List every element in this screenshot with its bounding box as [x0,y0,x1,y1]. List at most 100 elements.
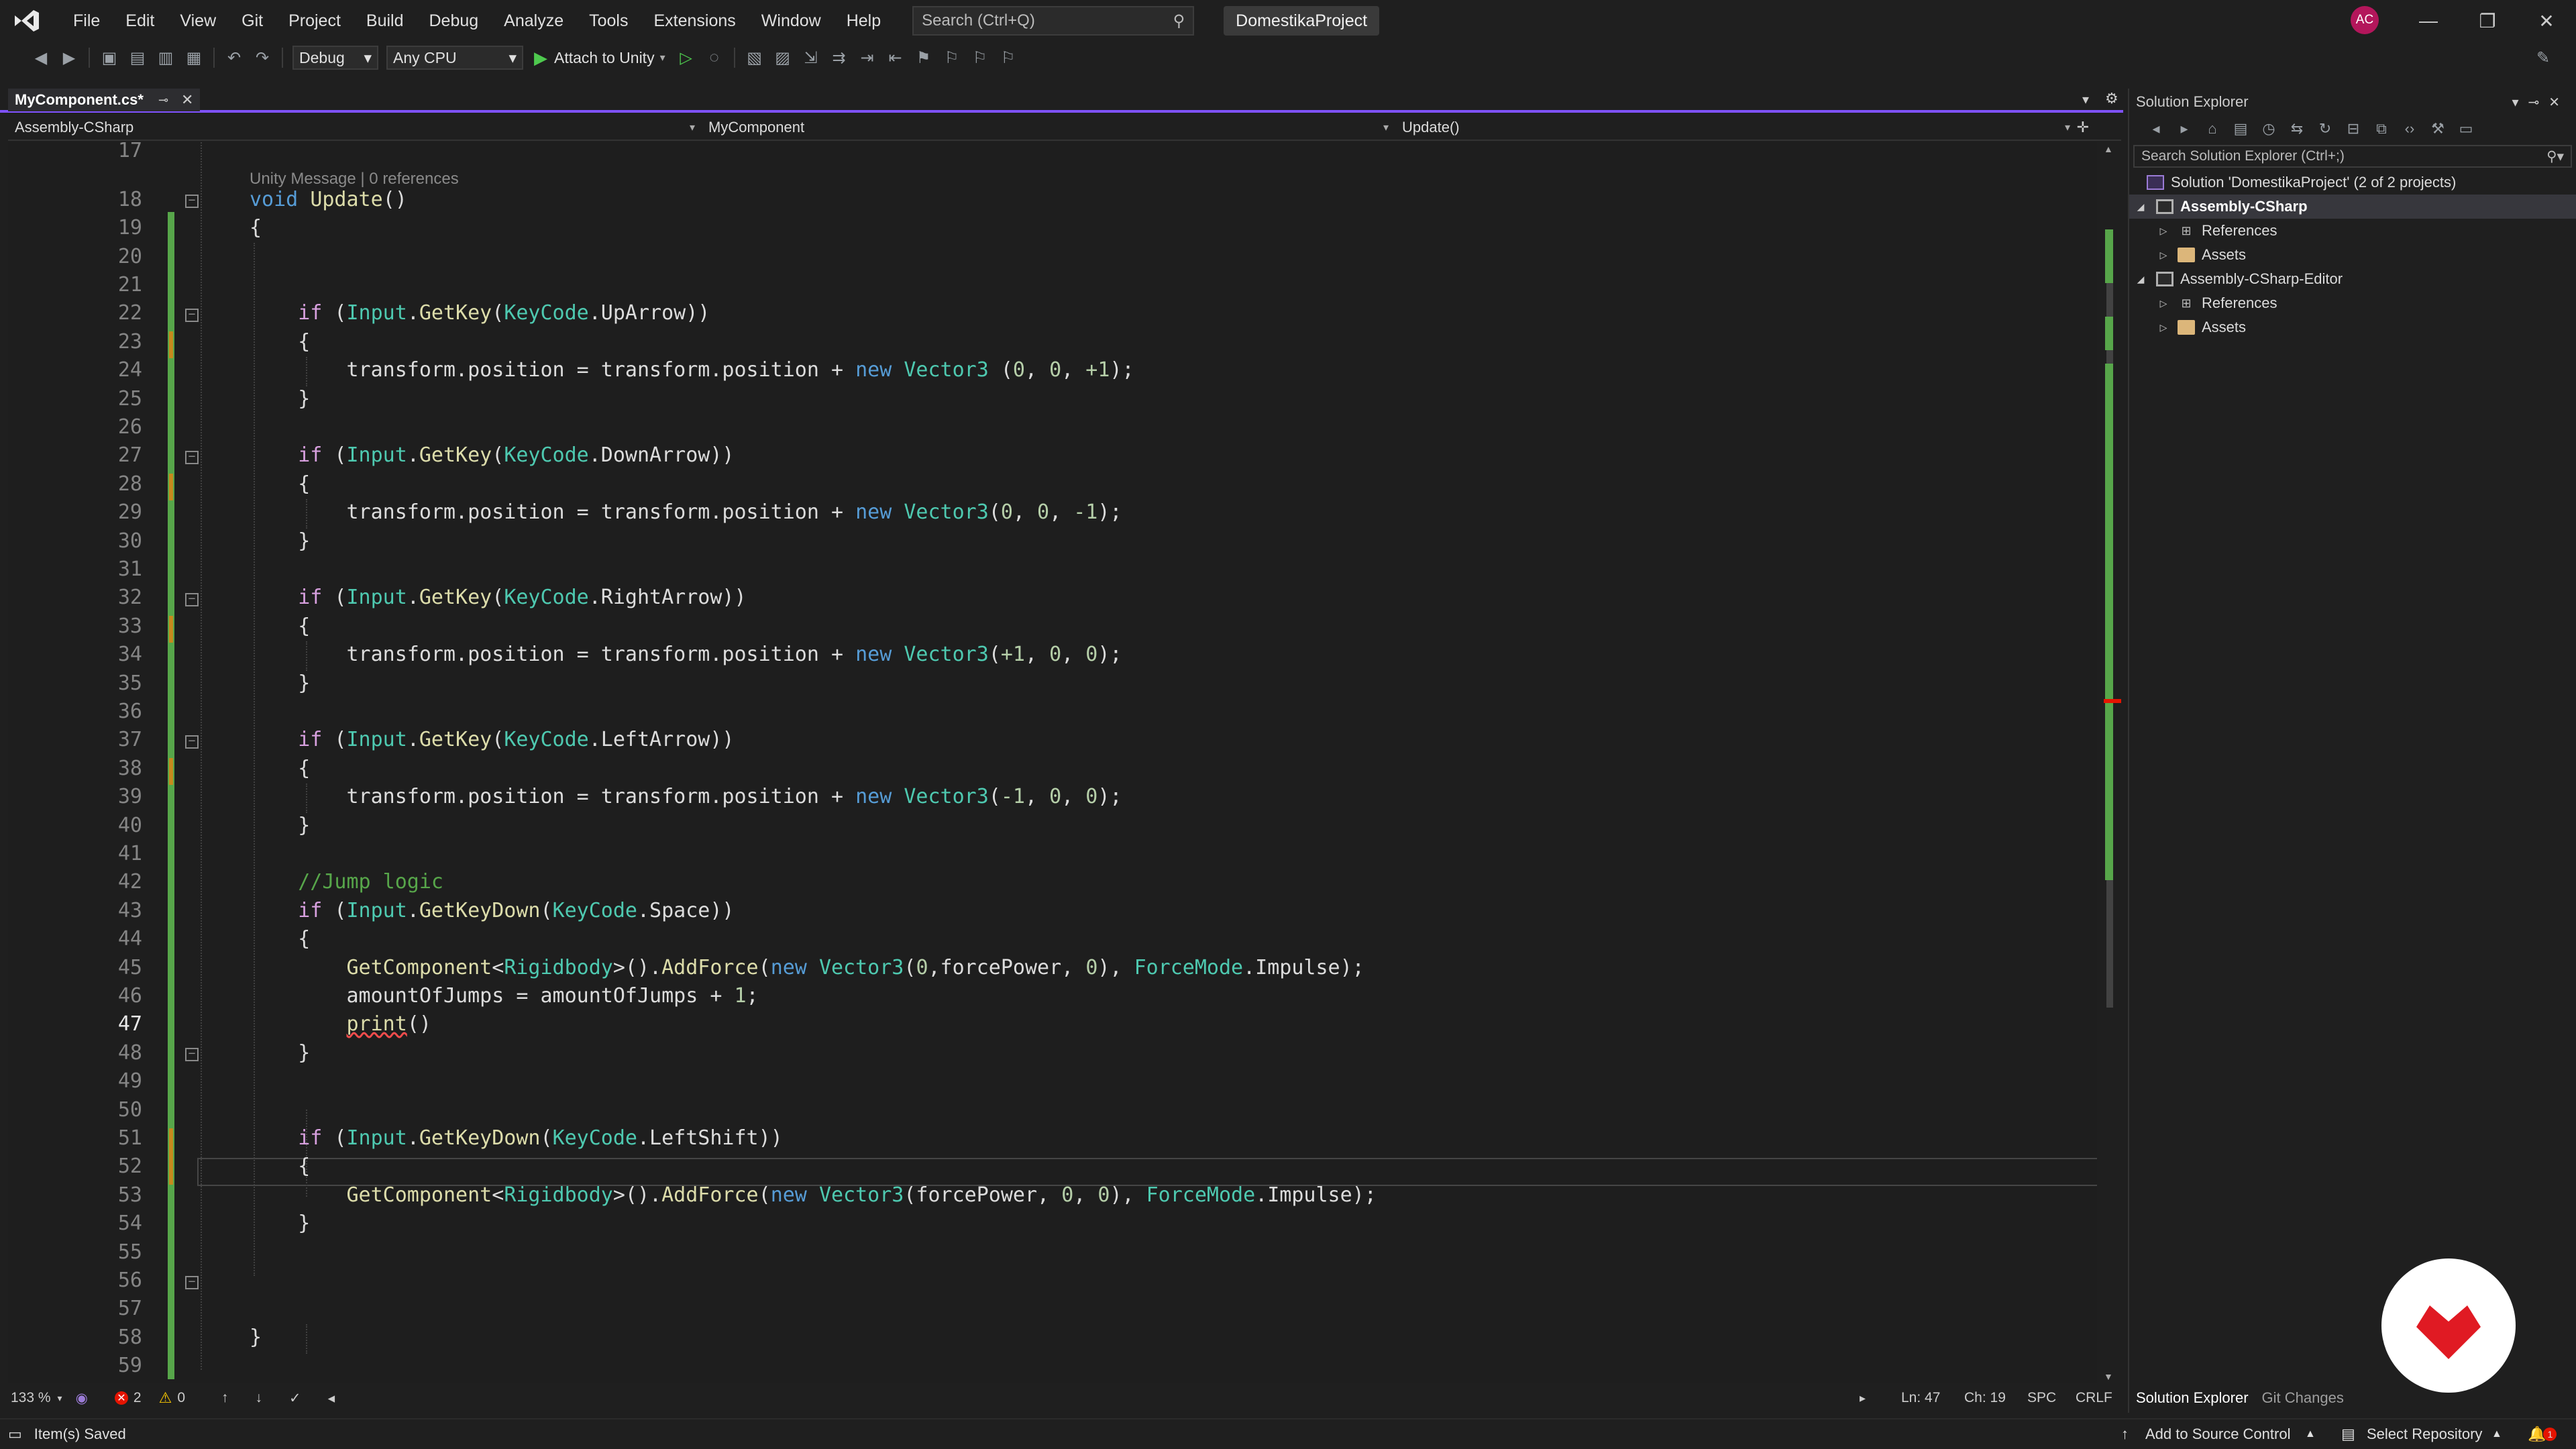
collapsed-arrow-icon[interactable]: ▷ [2156,322,2171,333]
code-line[interactable]: 17 [8,142,2105,165]
step-over-icon[interactable]: ⇉ [828,46,851,69]
menu-tools[interactable]: Tools [576,0,641,42]
editor-scrollbar[interactable]: ▲ ▼ [2097,142,2123,1383]
code-line[interactable]: 28 { [8,470,2105,498]
code-text[interactable]: } [250,812,310,840]
notifications-button[interactable]: 🔔 1 [2528,1426,2557,1443]
step-into-icon[interactable]: ⇲ [800,46,822,69]
code-text[interactable]: if (Input.GetKeyDown(KeyCode.LeftShift)) [250,1124,783,1152]
menu-project[interactable]: Project [276,0,354,42]
switch-views-icon[interactable]: ▤ [2230,118,2251,140]
code-line[interactable]: 50 [8,1096,2105,1124]
code-line[interactable]: 43 if (Input.GetKeyDown(KeyCode.Space)) [8,897,2105,925]
code-text[interactable]: transform.position = transform.position … [250,356,1134,384]
configuration-select[interactable]: Debug ▾ [292,46,378,70]
code-line[interactable]: 25 } [8,385,2105,413]
collapsed-arrow-icon[interactable]: ▷ [2156,225,2171,237]
menu-build[interactable]: Build [354,0,417,42]
pending-changes-icon[interactable]: ◷ [2258,118,2279,140]
save-icon[interactable]: ▥ [154,46,177,69]
code-line[interactable]: 38 { [8,755,2105,783]
code-line[interactable]: 22 if (Input.GetKey(KeyCode.UpArrow)) [8,299,2105,327]
code-text[interactable]: if (Input.GetKey(KeyCode.UpArrow)) [250,299,710,327]
browser-link-icon[interactable]: ▧ [743,46,766,69]
gear-icon[interactable]: ⚙ [2105,90,2118,107]
code-line[interactable]: 40 } [8,812,2105,840]
preview-icon[interactable]: ▭ [2455,118,2477,140]
save-all-icon[interactable]: ▦ [182,46,205,69]
code-line[interactable]: 24 transform.position = transform.positi… [8,356,2105,384]
bookmark-next-icon[interactable]: ⚐ [969,46,991,69]
menu-edit[interactable]: Edit [113,0,167,42]
assets-node[interactable]: ▷ Assets [2129,315,2576,339]
menu-file[interactable]: File [60,0,113,42]
code-text[interactable]: transform.position = transform.position … [250,498,1122,527]
minimize-icon[interactable]: — [2399,0,2458,42]
redo-icon[interactable]: ↷ [251,46,274,69]
code-line[interactable]: 39 transform.position = transform.positi… [8,783,2105,811]
platform-select[interactable]: Any CPU ▾ [386,46,523,70]
code-text[interactable]: //Jump logic [250,868,443,896]
code-line[interactable]: 33 { [8,612,2105,641]
code-text[interactable]: { [250,1152,310,1181]
collapsed-arrow-icon[interactable]: ▷ [2156,298,2171,309]
code-line[interactable]: 53 GetComponent<Rigidbody>().AddForce(ne… [8,1181,2105,1210]
collapsed-arrow-icon[interactable]: ▷ [2156,250,2171,261]
bookmark-prev-icon[interactable]: ⚐ [941,46,963,69]
tab-git-changes[interactable]: Git Changes [2255,1389,2351,1407]
tab-overflow-icon[interactable]: ▾ [2082,91,2089,108]
scroll-left-icon[interactable]: ◂ [328,1390,335,1407]
scrollbar-track[interactable] [2104,162,2121,1363]
code-line[interactable]: 29 transform.position = transform.positi… [8,498,2105,527]
project-dropdown[interactable]: Assembly-CSharp ▾ [8,115,702,140]
back-icon[interactable]: ◂ [2145,118,2167,140]
class-dropdown[interactable]: MyComponent ▾ [702,115,1395,140]
layout-icon[interactable]: ▨ [771,46,794,69]
open-file-icon[interactable]: ▤ [126,46,149,69]
code-line[interactable]: 59 [8,1352,2105,1380]
code-view-icon[interactable]: ‹› [2399,118,2420,140]
code-line[interactable]: 48 } [8,1039,2105,1067]
code-text[interactable]: { [250,755,310,783]
start-without-debugging-icon[interactable]: ▷ [675,46,698,69]
undo-icon[interactable]: ↶ [223,46,246,69]
code-text[interactable]: { [250,612,310,641]
code-line[interactable]: 51 if (Input.GetKeyDown(KeyCode.LeftShif… [8,1124,2105,1152]
previous-issue-icon[interactable]: ↑ [221,1390,229,1406]
close-window-icon[interactable]: ✕ [2517,0,2576,42]
menu-analyze[interactable]: Analyze [491,0,576,42]
code-text[interactable]: { [250,925,310,953]
code-line[interactable]: 26 [8,413,2105,441]
project-node-assembly-csharp[interactable]: ◢ Assembly-CSharp [2129,195,2576,219]
project-node-assembly-csharp-editor[interactable]: ◢ Assembly-CSharp-Editor [2129,267,2576,291]
select-repository-button[interactable]: Select Repository [2367,1426,2482,1443]
menu-extensions[interactable]: Extensions [641,0,749,42]
tab-mycomponent[interactable]: MyComponent.cs* ⊸ ✕ [8,89,200,111]
code-text[interactable]: if (Input.GetKeyDown(KeyCode.Space)) [250,897,734,925]
bookmark-clear-icon[interactable]: ⚐ [997,46,1020,69]
code-line[interactable]: 35 } [8,669,2105,698]
code-line[interactable]: 36 [8,698,2105,726]
column-indicator[interactable]: Ch: 19 [1964,1390,2006,1406]
code-line[interactable]: 46 amountOfJumps = amountOfJumps + 1; [8,982,2105,1010]
expanded-arrow-icon[interactable]: ◢ [2133,201,2148,213]
code-text[interactable]: { [250,328,310,356]
code-text[interactable]: } [250,385,310,413]
outdent-icon[interactable]: ⇤ [884,46,907,69]
solution-search-input[interactable]: Search Solution Explorer (Ctrl+;) ⚲▾ [2133,145,2572,168]
code-line[interactable]: 42 //Jump logic [8,868,2105,896]
code-cleanup-icon[interactable]: ✓ [289,1390,301,1407]
new-project-icon[interactable]: ▣ [98,46,121,69]
feedback-icon[interactable]: ✎ [2532,46,2555,69]
code-text[interactable]: if (Input.GetKey(KeyCode.RightArrow)) [250,584,746,612]
code-line[interactable]: 32 if (Input.GetKey(KeyCode.RightArrow)) [8,584,2105,612]
bookmark-icon[interactable]: ⚑ [912,46,935,69]
code-line[interactable]: 49 [8,1067,2105,1095]
code-line[interactable]: 58} [8,1324,2105,1352]
navigate-forward-icon[interactable]: ▶ [58,46,80,69]
project-name[interactable]: DomestikaProject [1224,6,1380,36]
split-window-icon[interactable]: ✛ [2077,119,2089,136]
expanded-arrow-icon[interactable]: ◢ [2133,274,2148,285]
menu-window[interactable]: Window [749,0,834,42]
assets-node[interactable]: ▷ Assets [2129,243,2576,267]
